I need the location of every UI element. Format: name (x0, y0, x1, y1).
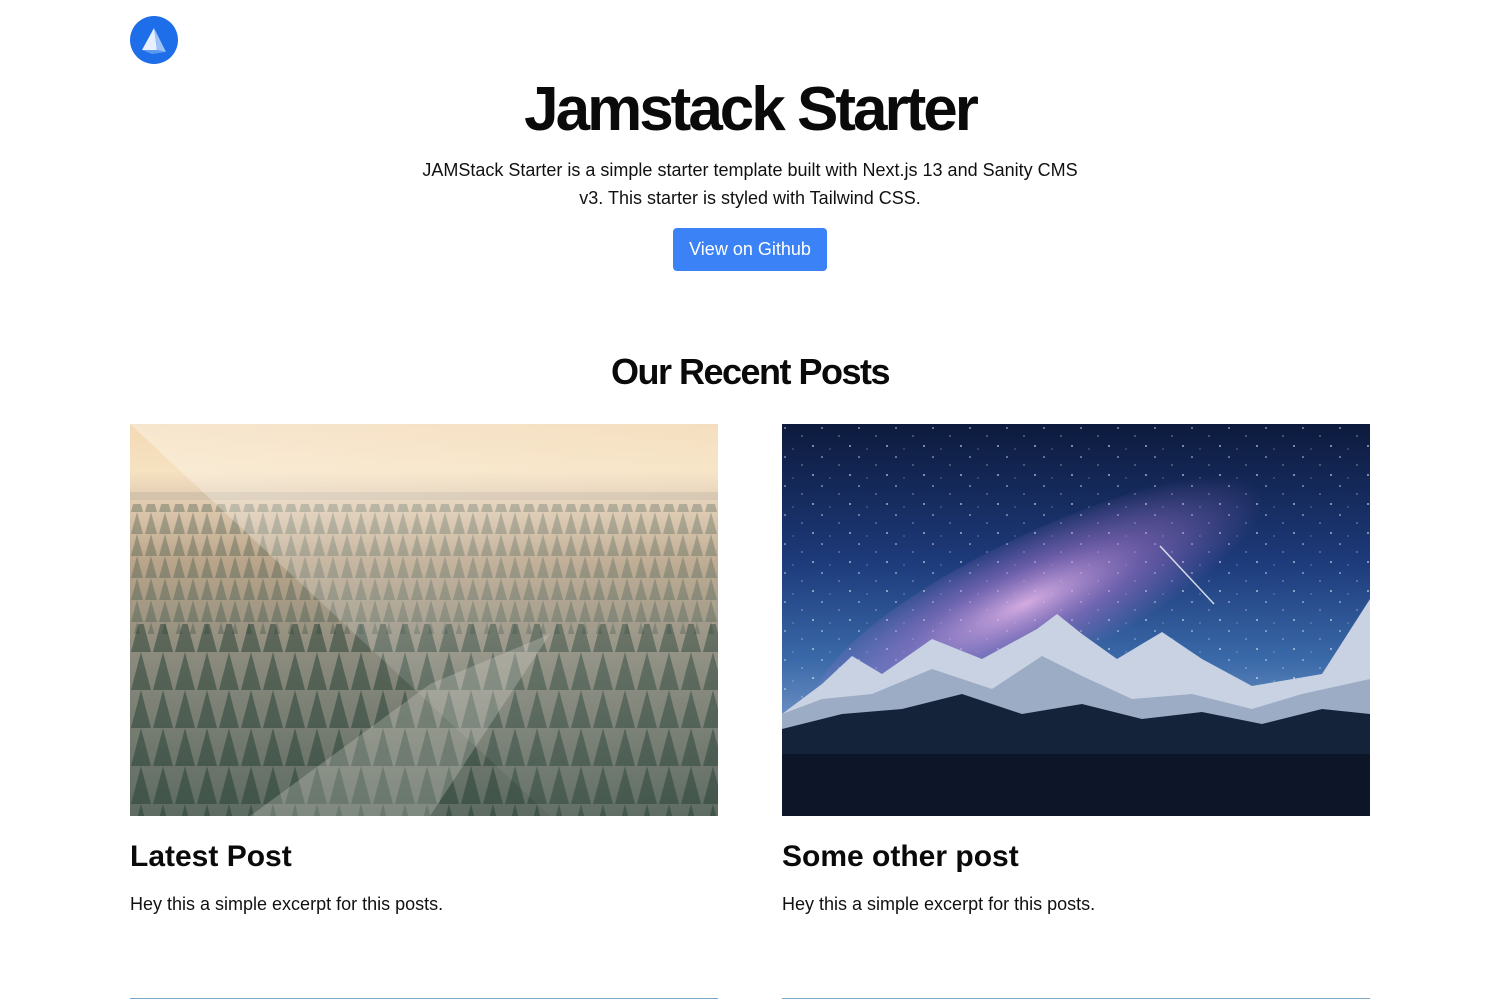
hero-description: JAMStack Starter is a simple starter tem… (422, 160, 1078, 208)
milky-way-mountains-image[interactable] (782, 424, 1370, 816)
sanity-logo-icon[interactable] (130, 16, 178, 64)
misty-forest-image[interactable] (130, 424, 718, 816)
post-excerpt: Hey this a simple excerpt for this posts… (782, 894, 1096, 914)
post-card[interactable]: Some other post Hey this a simple excerp… (782, 424, 1370, 914)
post-excerpt: Hey this a simple excerpt for this posts… (130, 894, 444, 914)
post-title[interactable]: Latest Post (130, 838, 292, 876)
recent-posts-heading: Our Recent Posts (610, 351, 891, 392)
view-on-github-button[interactable]: View on Github (673, 228, 827, 271)
page-title: Jamstack Starter (524, 75, 979, 144)
page: Jamstack Starter JAMStack Starter is a s… (0, 0, 1500, 1000)
post-title[interactable]: Some other post (782, 838, 1019, 876)
post-card[interactable]: Latest Post Hey this a simple excerpt fo… (130, 424, 718, 914)
